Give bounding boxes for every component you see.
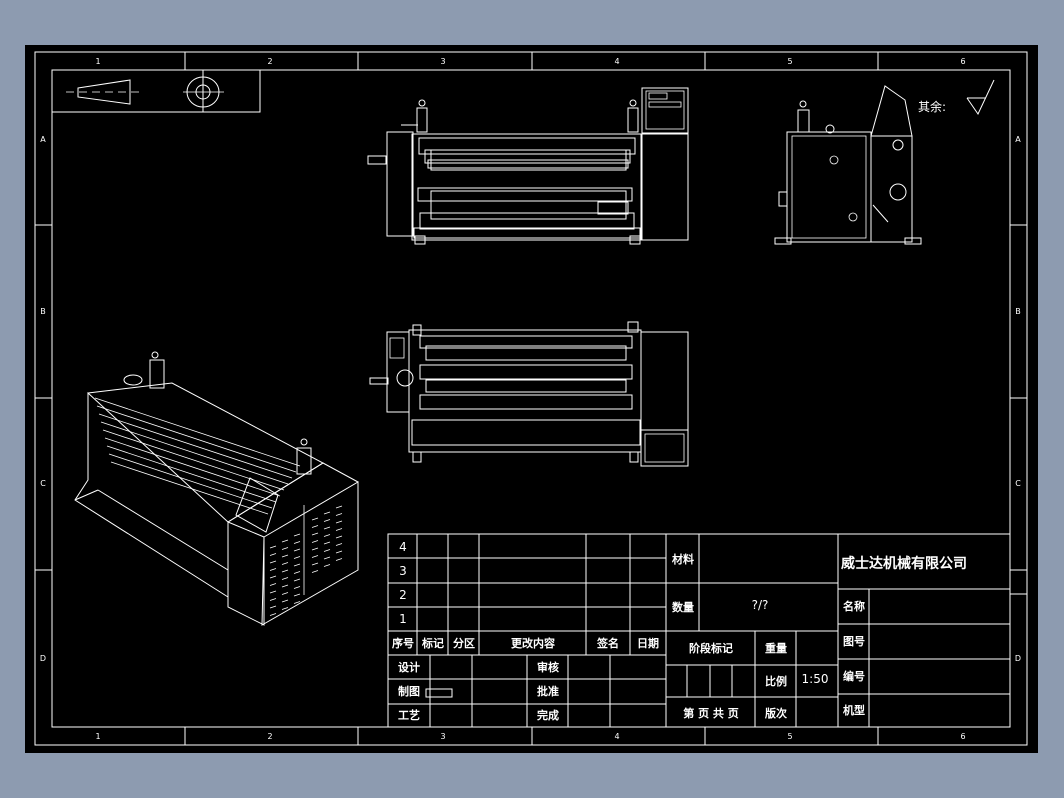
zone-col-2-bottom: 2	[267, 732, 272, 741]
company-name: 威士达机械有限公司	[841, 555, 967, 572]
quantity-label: 数量	[672, 600, 694, 614]
role-process: 工艺	[398, 708, 420, 722]
role-approve: 批准	[537, 684, 559, 698]
surface-finish-label: 其余:	[918, 99, 946, 114]
zone-col-2: 2	[267, 57, 272, 66]
code-label: 编号	[843, 669, 865, 683]
zone-row-d-right: D	[1015, 654, 1021, 663]
revision-row-1: 1	[399, 612, 407, 626]
revision-row-2: 2	[399, 588, 407, 602]
weight-label: 重量	[765, 641, 787, 655]
zone-row-b: B	[40, 307, 46, 316]
stage-mark-label: 阶段标记	[689, 641, 733, 655]
zone-col-1-bottom: 1	[95, 732, 100, 741]
version-label: 版次	[765, 706, 787, 720]
zone-col-6: 6	[960, 57, 965, 66]
zone-col-1: 1	[95, 57, 100, 66]
page-label: 第 页 共 页	[683, 706, 739, 720]
header-date: 日期	[637, 636, 659, 650]
header-change: 更改内容	[511, 636, 555, 650]
header-seq: 序号	[392, 636, 414, 650]
header-sign: 签名	[596, 636, 619, 650]
revision-row-3: 3	[399, 564, 407, 578]
cad-drawing-sheet[interactable]: 1 2 3 4 5 6 1 2 3 4 5 6 A B C D A B C D …	[0, 0, 1064, 798]
scale-label: 比例	[765, 674, 787, 688]
zone-row-c: C	[40, 479, 46, 488]
model-label: 机型	[843, 703, 865, 717]
quantity-value: ?/?	[752, 598, 769, 612]
zone-col-6-bottom: 6	[960, 732, 965, 741]
drawing-no-label: 图号	[843, 635, 865, 648]
revision-row-4: 4	[399, 540, 407, 554]
material-label: 材料	[672, 552, 694, 566]
header-mark: 标记	[421, 636, 444, 650]
zone-col-3: 3	[440, 57, 445, 66]
zone-col-5: 5	[787, 57, 792, 66]
zone-col-4-bottom: 4	[614, 732, 619, 741]
role-design: 设计	[398, 660, 420, 674]
zone-col-4: 4	[614, 57, 619, 66]
zone-col-5-bottom: 5	[787, 732, 792, 741]
header-zone: 分区	[453, 636, 475, 650]
zone-row-d: D	[40, 654, 46, 663]
name-label: 名称	[843, 599, 865, 613]
zone-row-a: A	[40, 135, 46, 144]
zone-row-a-right: A	[1015, 135, 1021, 144]
role-review: 审核	[537, 660, 559, 674]
scale-value: 1:50	[802, 672, 829, 686]
role-drawing: 制图	[398, 684, 420, 698]
zone-row-b-right: B	[1015, 307, 1021, 316]
zone-col-3-bottom: 3	[440, 732, 445, 741]
role-complete: 完成	[537, 708, 559, 722]
zone-row-c-right: C	[1015, 479, 1021, 488]
